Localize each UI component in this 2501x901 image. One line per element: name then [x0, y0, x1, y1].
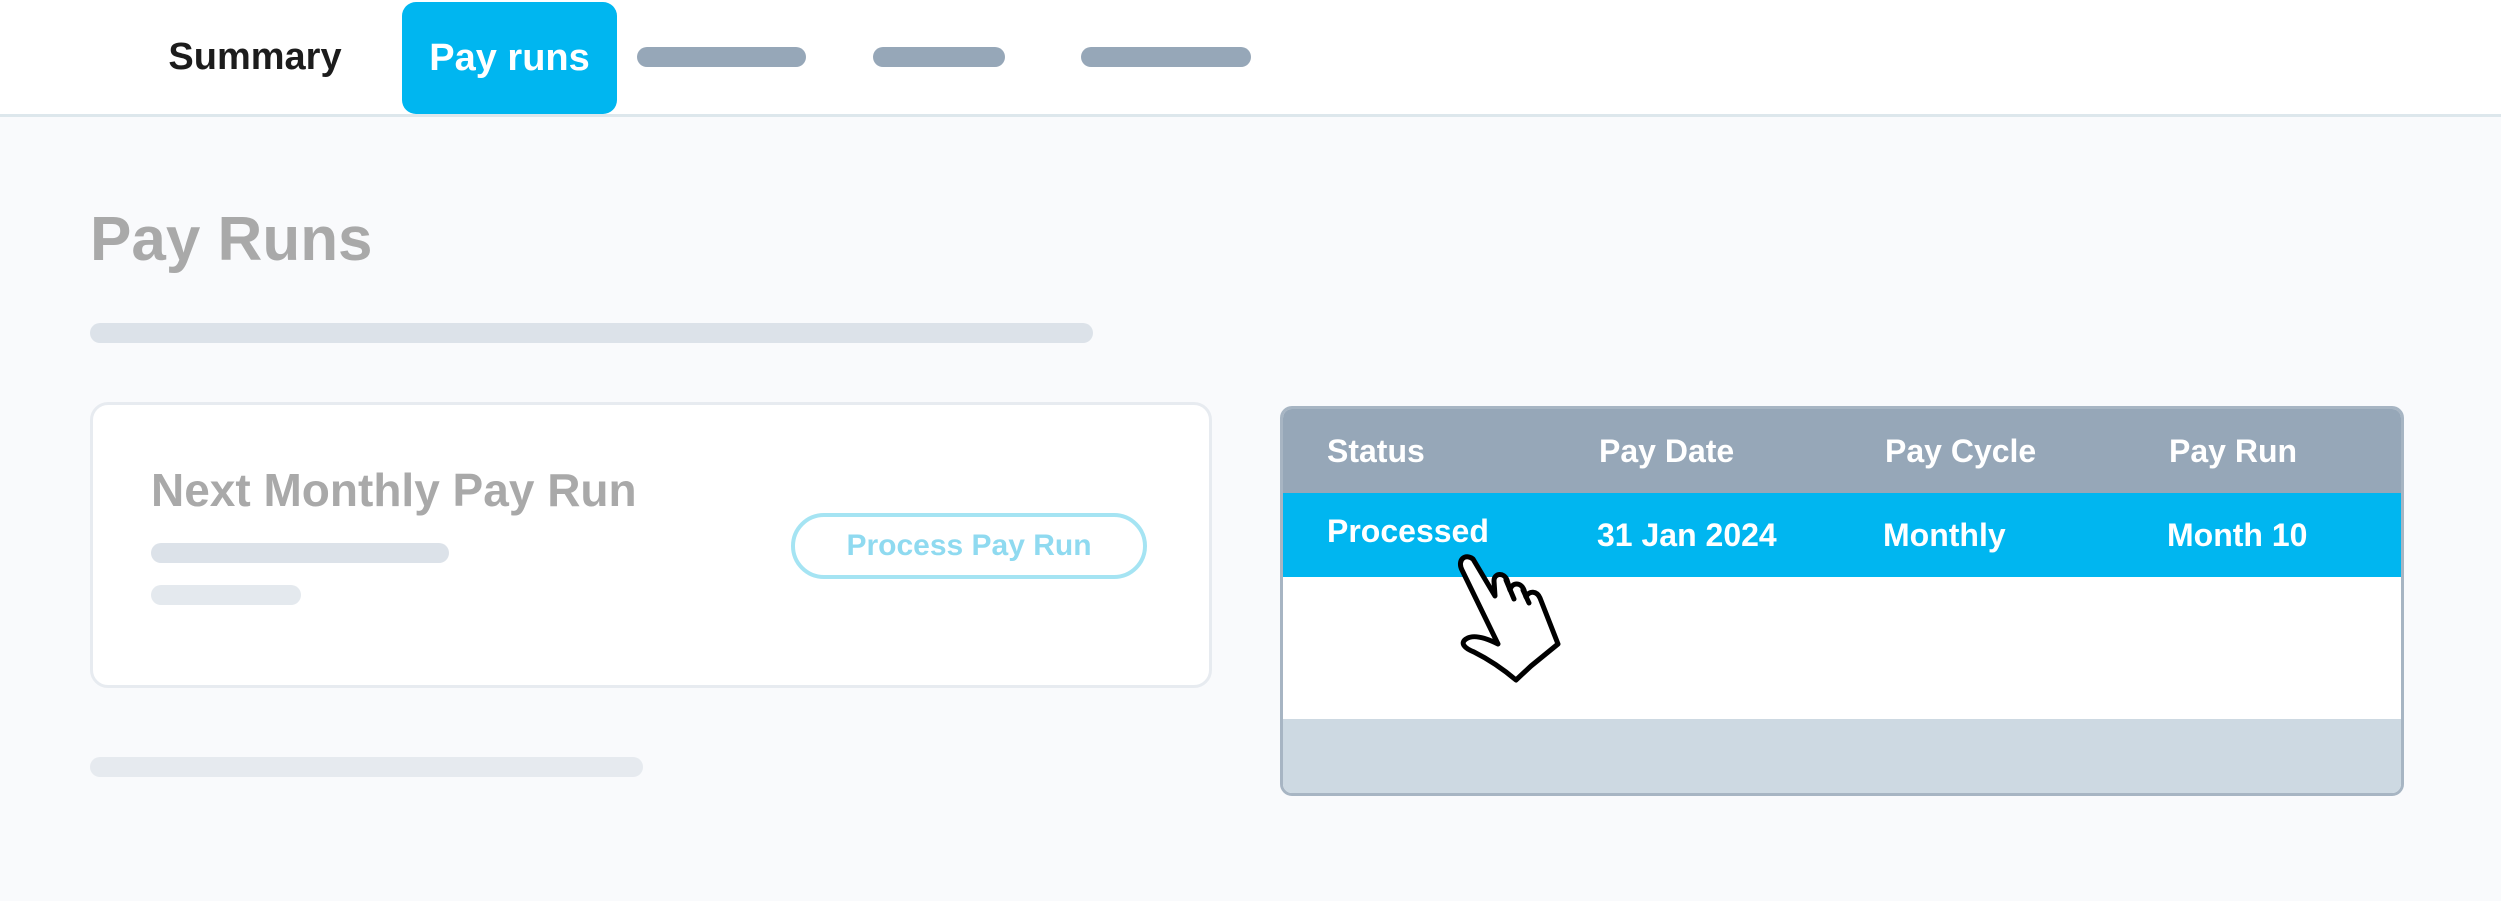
tab-placeholder-2[interactable] — [873, 47, 1005, 67]
cell-pay-cycle[interactable]: Monthly — [1883, 493, 2006, 577]
column-header-pay-run: Pay Run — [2169, 432, 2298, 469]
table-footer — [1283, 719, 2401, 793]
column-header-pay-cycle: Pay Cycle — [1885, 432, 2037, 469]
tab-pay-runs[interactable]: Pay runs — [402, 2, 617, 114]
tab-placeholder-1[interactable] — [637, 47, 806, 67]
tab-summary[interactable]: Summary — [140, 0, 370, 114]
footer-placeholder — [90, 757, 643, 777]
column-header-pay-date: Pay Date — [1599, 432, 1735, 469]
card-title: Next Monthly Pay Run — [151, 464, 637, 516]
cell-pay-date[interactable]: 31 Jan 2024 — [1597, 493, 1777, 577]
table-header: Status Pay Date Pay Cycle Pay Run — [1283, 409, 2401, 493]
top-navigation: Summary Pay runs — [0, 0, 2501, 117]
tab-placeholder-3[interactable] — [1081, 47, 1251, 67]
subtitle-placeholder — [90, 323, 1093, 343]
column-header-status: Status — [1327, 432, 1425, 469]
next-pay-run-card: Next Monthly Pay Run Process Pay Run — [90, 402, 1212, 688]
cell-pay-run[interactable]: Month 10 — [2167, 493, 2307, 577]
process-pay-run-button[interactable]: Process Pay Run — [791, 513, 1147, 579]
page-title: Pay Runs — [90, 205, 373, 274]
card-detail-placeholder-1 — [151, 543, 449, 563]
card-detail-placeholder-2 — [151, 585, 301, 605]
hand-pointer-icon — [1457, 554, 1561, 683]
